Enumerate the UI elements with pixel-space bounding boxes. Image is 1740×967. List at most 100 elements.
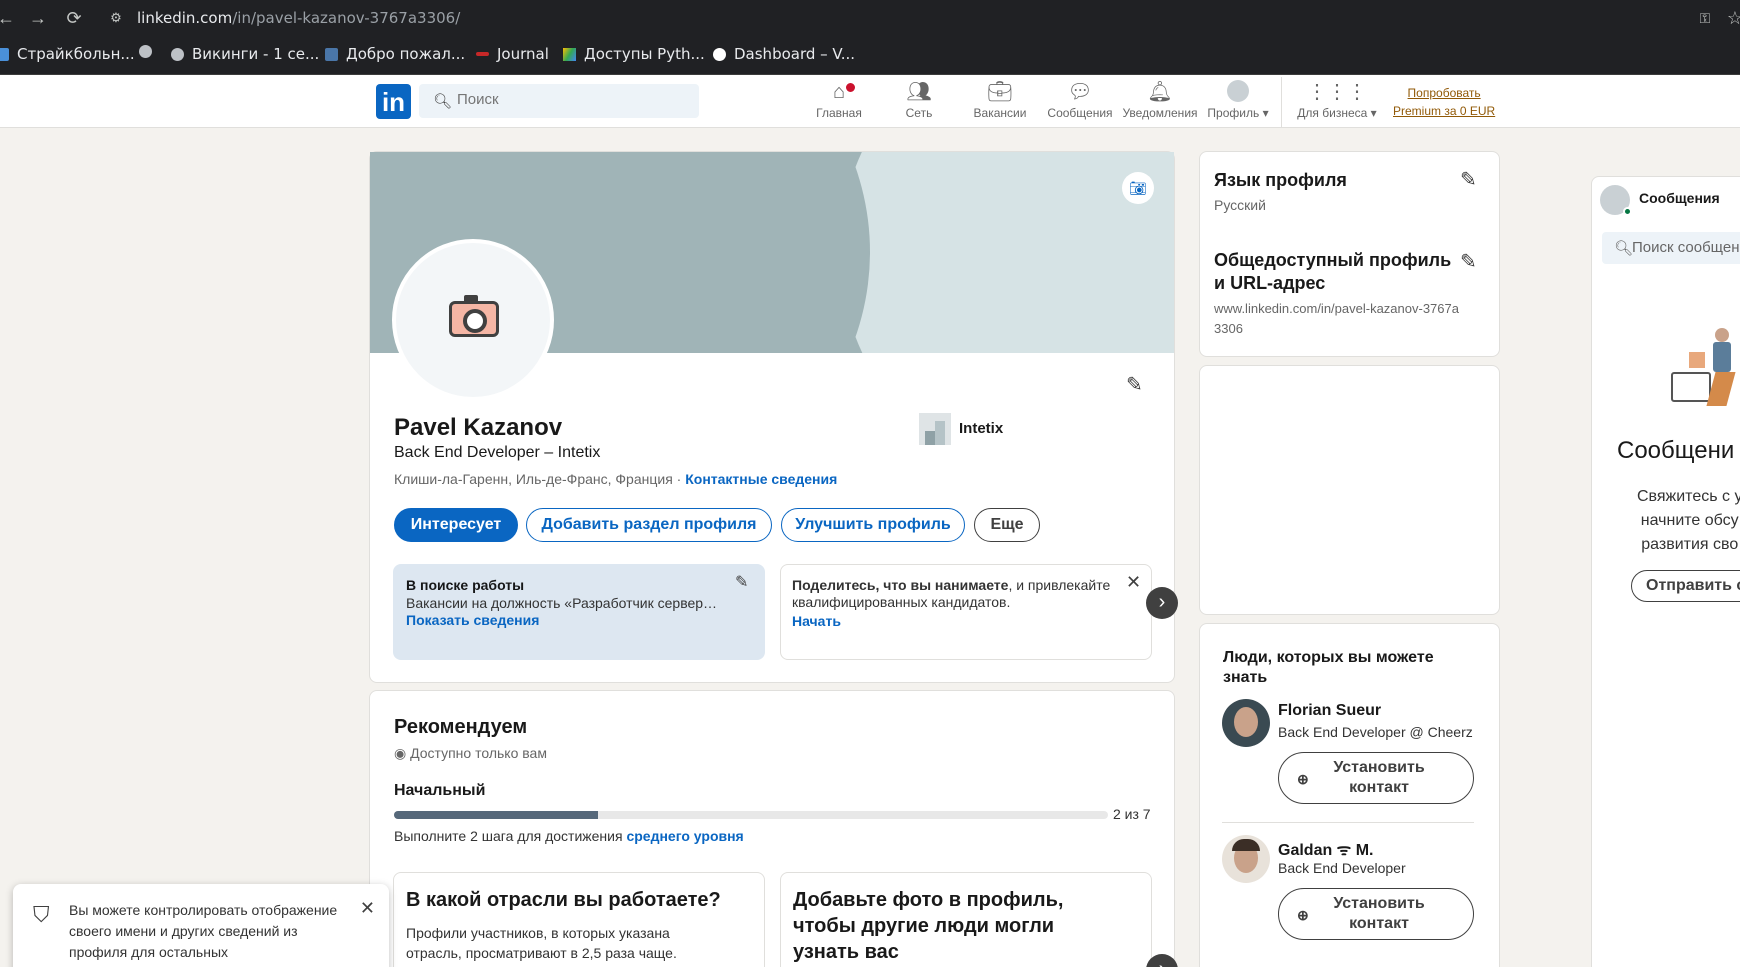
enhance-profile-button[interactable]: Улучшить профиль [781,508,965,542]
suggestion-card[interactable]: Добавьте фото в профиль, чтобы другие лю… [780,872,1152,967]
hiring-card[interactable]: Поделитесь, что вы нанимаете, и привлека… [780,564,1152,660]
edit-banner-camera-icon[interactable]: 📷︎ [1122,172,1154,204]
connect-button[interactable]: ⊕ Установить контакт [1278,752,1474,804]
edit-language-pencil-icon[interactable]: ✎ [1460,167,1477,192]
more-button[interactable]: Еще [974,508,1040,542]
public-profile-url: www.linkedin.com/in/pavel-kazanov-3767a3… [1214,301,1459,336]
connect-button[interactable]: ⊕ Установить контакт [1278,888,1474,940]
forward-icon[interactable]: → [26,6,50,30]
back-icon[interactable]: ← [0,6,18,30]
linkedin-logo[interactable]: in [376,84,411,119]
chat-icon: 💬︎ [1067,81,1093,103]
show-details-link[interactable]: Показать сведения [406,612,539,628]
recommended-title: Рекомендуем [394,716,528,738]
caret-down-icon: ▾ [1262,106,1269,120]
nav-profile-label: Профиль [1207,106,1260,120]
person-avatar[interactable] [1222,699,1270,747]
edit-intro-pencil-icon[interactable]: ✎ [1126,372,1143,397]
bookmark-label: Викинги - 1 се... [192,45,320,63]
globe-icon [139,45,152,58]
edit-pencil-icon[interactable]: ✎ [735,572,748,592]
nav-home-label: Главная [816,106,862,120]
bookmark-label: Страйкбольн... [17,45,135,63]
send-message-button[interactable]: Отправить с [1631,570,1740,602]
online-status-dot [1623,207,1632,216]
search-icon: 🔍︎ [1614,240,1634,257]
nav-jobs[interactable]: 💼︎ Вакансии [966,80,1034,120]
bookmark-item[interactable]: Доступы Pyth... [563,45,705,63]
site-info-icon[interactable]: ⚙ [104,6,128,30]
open-to-work-title: В поиске работы [406,577,525,593]
privacy-toast: ⛉ Вы можете контролировать отображение с… [13,884,389,967]
close-icon[interactable]: ✕ [1126,572,1141,593]
contact-info-link[interactable]: Контактные сведения [685,471,837,487]
toast-text: Вы можете контролировать отображение сво… [69,902,338,960]
nav-business[interactable]: ⋮⋮⋮ Для бизнеса ▾ [1289,80,1385,120]
suggestion-card[interactable]: В какой отрасли вы работаете? Профили уч… [393,872,765,967]
people-icon: 👥︎ [906,81,932,103]
key-icon[interactable]: ⚿ [1693,6,1717,30]
bookmark-item[interactable]: Journal [476,45,549,63]
suggestion-title: В какой отрасли вы работаете? [406,889,721,911]
messaging-search[interactable]: 🔍︎ Поиск сообщени [1602,232,1740,264]
start-link[interactable]: Начать [792,613,841,629]
edit-url-pencil-icon[interactable]: ✎ [1460,249,1477,274]
progress-hint-prefix: Выполните 2 шага для достижения [394,828,627,844]
add-profile-section-button[interactable]: Добавить раздел профиля [526,508,772,542]
profile-level: Начальный [394,782,486,799]
nav-network[interactable]: 👥︎ Сеть [889,80,949,120]
bookmark-item[interactable]: Викинги - 1 се... [171,45,319,63]
bookmark-item[interactable]: Добро пожал... [325,45,465,63]
nav-divider [1281,77,1282,127]
reload-icon[interactable]: ⟳ [62,6,86,30]
shield-icon: ⛉ [33,902,50,927]
person-name[interactable]: Galdan ᯤ M. [1278,838,1374,860]
search-input[interactable] [457,91,677,108]
divider [1222,822,1474,823]
private-note-text: Доступно только вам [410,745,547,761]
browser-toolbar: ← → ⟳ ⚙ linkedin.com/in/pavel-kazanov-37… [0,0,1740,35]
profile-photo[interactable] [392,239,554,401]
close-icon[interactable]: ✕ [360,898,375,919]
nav-messages[interactable]: 💬︎ Сообщения [1044,80,1116,120]
bookmark-favicon-icon [0,47,9,61]
open-to-work-card[interactable]: В поиске работы Вакансии на должность «Р… [393,564,765,660]
search-box[interactable]: 🔍︎ [419,84,699,118]
person-name[interactable]: Florian Sueur [1278,702,1381,720]
nav-network-label: Сеть [905,106,933,120]
progress-count: 2 из 7 [1113,806,1151,822]
messaging-text: Свяжитесь с у начните обсу развития сво [1637,485,1740,557]
star-icon[interactable]: ☆ [1723,6,1740,30]
notification-badge [844,81,857,94]
caret-down-icon: ▾ [1370,106,1377,120]
messaging-search-placeholder: Поиск сообщени [1632,239,1740,256]
premium-link[interactable]: Попробовать Premium за 0 EUR [1393,84,1495,120]
progress-hint: Выполните 2 шага для достижения среднего… [394,828,744,844]
home-icon: ⌂ [832,81,846,103]
company-name[interactable]: Intetix [959,420,1003,437]
profile-location-line: Клиши-ла-Гаренн, Иль-де-Франс, Франция ·… [394,471,837,487]
bookmark-item[interactable]: Страйкбольн... [0,45,135,63]
public-profile-title: Общедоступный профиль и URL-адрес [1214,250,1452,293]
nav-home[interactable]: ⌂ Главная [809,80,869,120]
carousel-next-icon[interactable]: › [1146,587,1178,619]
bookmark-item[interactable]: Dashboard – V... [713,45,855,63]
messaging-title[interactable]: Сообщения [1639,190,1720,206]
company-logo[interactable] [919,413,951,445]
person-avatar[interactable] [1222,835,1270,883]
suggestion-text: Профили участников, в которых указана от… [406,925,677,961]
bookmark-favicon-icon [476,52,489,56]
nav-profile[interactable]: Профиль ▾ [1203,80,1273,120]
address-bar[interactable]: linkedin.com/in/pavel-kazanov-3767a3306/ [137,9,460,27]
pymk-title: Люди, которых вы можете знать [1223,649,1434,686]
nav-notifications[interactable]: 🔔︎ Уведомления [1119,80,1201,120]
vercel-icon [713,47,726,61]
bookmark-item[interactable] [139,45,152,58]
messaging-heading: Сообщени [1617,437,1735,464]
open-to-button[interactable]: Интересует [394,508,518,542]
profile-name: Pavel Kazanov [394,414,563,441]
intermediate-level-link[interactable]: среднего уровня [626,828,743,844]
messaging-illustration [1665,322,1740,422]
private-note: ◉ Доступно только вам [394,745,547,762]
url-path: /in/pavel-kazanov-3767a3306/ [232,9,461,27]
